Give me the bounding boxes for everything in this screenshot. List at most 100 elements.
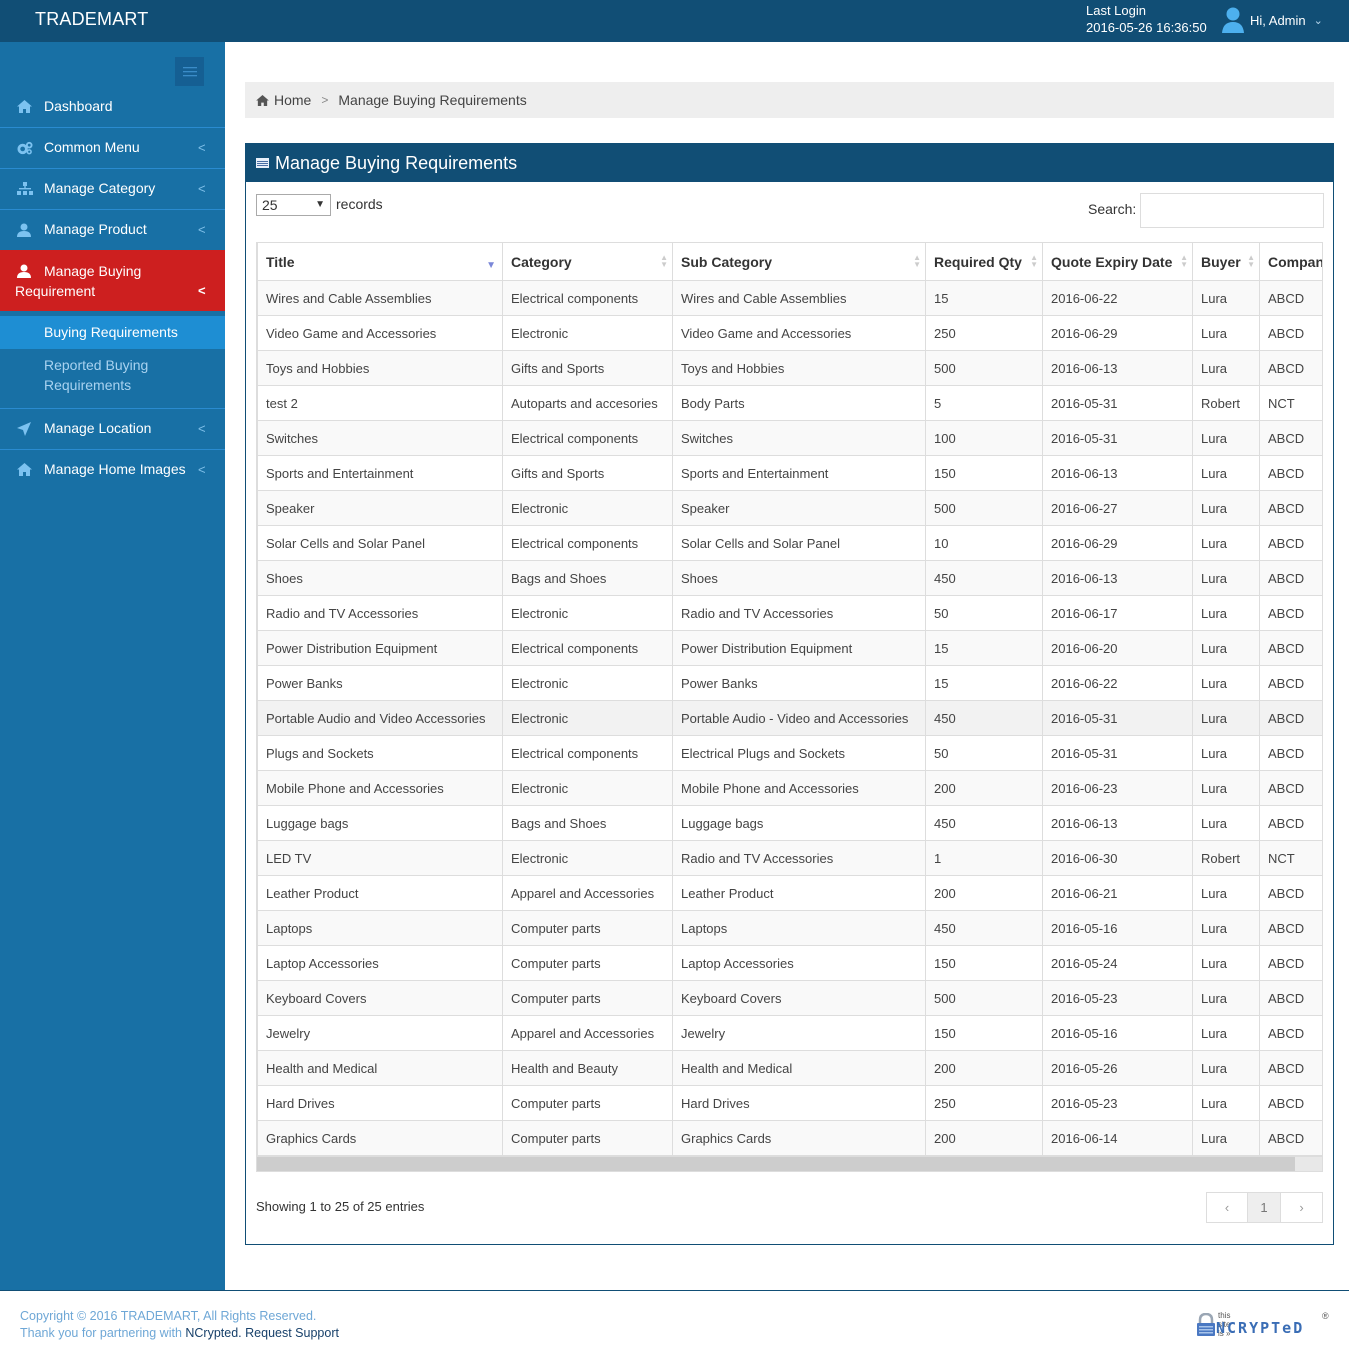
brand-logo[interactable]: TRADEMART: [35, 9, 148, 30]
table-row[interactable]: Wires and Cable Assemblies Electrical com…: [257, 280, 1322, 316]
sidebar-item-label: Manage Location: [44, 420, 152, 436]
table-row[interactable]: Power Banks Electronic Power Banks 15 2016-0…: [257, 665, 1322, 701]
table-cell: Power Banks: [257, 665, 503, 701]
table-cell: Robert: [1192, 840, 1260, 876]
home-icon: [256, 94, 269, 106]
table-row[interactable]: Speaker Electronic Speaker 500 2016-06-27 Lur…: [257, 490, 1322, 526]
records-per-page-select[interactable]: 25 ▼: [256, 194, 331, 216]
table-cell: Toys and Hobbies: [672, 350, 926, 386]
table-cell: Wires and Cable Assemblies: [257, 280, 503, 316]
table-row[interactable]: Laptops Computer parts Laptops 450 2016-05-1…: [257, 910, 1322, 946]
table-row[interactable]: Hard Drives Computer parts Hard Drives 250 2…: [257, 1085, 1322, 1121]
sidebar-item-label: Common Menu: [44, 139, 140, 155]
horizontal-scrollbar[interactable]: [256, 1156, 1323, 1172]
request-support-link[interactable]: Request Support: [245, 1326, 339, 1340]
table-cell: Power Distribution Equipment: [672, 630, 926, 666]
table-cell: ABCD: [1259, 595, 1322, 631]
sidebar-item-dashboard[interactable]: Dashboard: [0, 86, 225, 127]
table-cell: ABCD: [1259, 490, 1322, 526]
table-row[interactable]: Switches Electrical components Switches 100…: [257, 420, 1322, 456]
table-cell: 200: [925, 1120, 1043, 1156]
column-header-category[interactable]: Category ▲ ▼: [502, 242, 673, 281]
table-row[interactable]: Solar Cells and Solar Panel Electrical co…: [257, 525, 1322, 561]
table-cell: ABCD: [1259, 1120, 1322, 1156]
table-row[interactable]: Graphics Cards Computer parts Graphics Car…: [257, 1120, 1322, 1156]
logo-wordmark: NCRYPTeD: [1216, 1319, 1305, 1337]
pagination-page-1[interactable]: 1: [1248, 1192, 1280, 1223]
panel-header: Manage Buying Requirements: [246, 144, 1333, 182]
column-header-label: Quote Expiry Date: [1051, 253, 1173, 270]
table-cell: Video Game and Accessories: [672, 315, 926, 351]
column-header-title[interactable]: Title ▼: [257, 242, 503, 281]
table-row[interactable]: Luggage bags Bags and Shoes Luggage bags 45…: [257, 805, 1322, 841]
table-row[interactable]: Power Distribution Equipment Electrical c…: [257, 630, 1322, 666]
breadcrumb-home-link[interactable]: Home: [274, 92, 311, 108]
column-header-company[interactable]: Company: [1259, 242, 1322, 281]
table-row[interactable]: Leather Product Apparel and Accessories Le…: [257, 875, 1322, 911]
pagination-next-button[interactable]: ›: [1280, 1192, 1323, 1223]
sidebar-item-manage-buying-requirement[interactable]: Manage Buying Requirement <: [0, 250, 225, 311]
table-cell: 2016-05-31: [1042, 385, 1193, 421]
table-row[interactable]: Laptop Accessories Computer parts Laptop A…: [257, 945, 1322, 981]
table-row[interactable]: test 2 Autoparts and accesories Body Parts…: [257, 385, 1322, 421]
table-row[interactable]: Sports and Entertainment Gifts and Sports…: [257, 455, 1322, 491]
table-cell: Speaker: [257, 490, 503, 526]
table-row[interactable]: Video Game and Accessories Electronic Vide…: [257, 315, 1322, 351]
table-row[interactable]: Keyboard Covers Computer parts Keyboard Co…: [257, 980, 1322, 1016]
user-greeting: Hi, Admin: [1250, 12, 1306, 28]
table-row[interactable]: Mobile Phone and Accessories Electronic Mo…: [257, 770, 1322, 806]
table-cell: Health and Medical: [672, 1050, 926, 1086]
footer: Copyright © 2016 TRADEMART, All Rights R…: [20, 1308, 339, 1342]
sidebar-item-manage-home-images[interactable]: Manage Home Images <: [0, 449, 225, 490]
table-cell: Leather Product: [257, 875, 503, 911]
table-row[interactable]: Health and Medical Health and Beauty Healt…: [257, 1050, 1322, 1086]
table-cell: Computer parts: [502, 910, 673, 946]
column-header-quote-expiry-date[interactable]: Quote Expiry Date ▲ ▼: [1042, 242, 1193, 281]
table-row[interactable]: Radio and TV Accessories Electronic Radio …: [257, 595, 1322, 631]
table-cell: Lura: [1192, 455, 1260, 491]
search-input[interactable]: [1140, 193, 1324, 228]
column-header-label: Sub Category: [681, 253, 773, 270]
column-header-required-qty[interactable]: Required Qty ▲ ▼: [925, 242, 1043, 281]
pagination-previous-button[interactable]: ‹: [1206, 1192, 1248, 1223]
table-cell: 10: [925, 525, 1043, 561]
table-row[interactable]: LED TV Electronic Radio and TV Accessories…: [257, 840, 1322, 876]
table-cell: Hard Drives: [257, 1085, 503, 1121]
table-row[interactable]: Toys and Hobbies Gifts and Sports Toys and…: [257, 350, 1322, 386]
home-icon: [17, 86, 33, 127]
table-row[interactable]: Portable Audio and Video Accessories Elec…: [257, 700, 1322, 736]
home-icon: [17, 449, 33, 490]
sidebar-item-manage-product[interactable]: Manage Product <: [0, 209, 225, 250]
column-header-label: Category: [511, 253, 572, 270]
table-cell: Solar Cells and Solar Panel: [672, 525, 926, 561]
user-menu[interactable]: Hi, Admin ⌄: [1222, 6, 1323, 34]
table-cell: Computer parts: [502, 1120, 673, 1156]
ncrypted-link[interactable]: NCrypted.: [185, 1326, 241, 1340]
table-cell: Shoes: [257, 560, 503, 596]
registered-mark: ®: [1322, 1311, 1329, 1321]
table-cell: ABCD: [1259, 280, 1322, 316]
sidebar-toggle-button[interactable]: [175, 57, 204, 86]
table-row[interactable]: Plugs and Sockets Electrical components El…: [257, 735, 1322, 771]
table-row[interactable]: Shoes Bags and Shoes Shoes 450 2016-06-13 Lur…: [257, 560, 1322, 596]
chevron-left-icon: <: [198, 283, 206, 298]
table-cell: Lura: [1192, 560, 1260, 596]
sidebar-item-common-menu[interactable]: Common Menu <: [0, 127, 225, 168]
table-cell: 2016-06-29: [1042, 525, 1193, 561]
table-cell: Lura: [1192, 1050, 1260, 1086]
table-cell: Computer parts: [502, 945, 673, 981]
sidebar-item-manage-category[interactable]: Manage Category <: [0, 168, 225, 209]
table-cell: ABCD: [1259, 805, 1322, 841]
table-cell: Sports and Entertainment: [257, 455, 503, 491]
table-cell: ABCD: [1259, 770, 1322, 806]
sidebar-item-label: Manage Category: [44, 180, 156, 196]
sidebar-subitem-buying-requirements[interactable]: Buying Requirements: [0, 316, 225, 349]
column-header-sub-category[interactable]: Sub Category ▲ ▼: [672, 242, 926, 281]
sidebar-item-manage-location[interactable]: Manage Location <: [0, 408, 225, 449]
scrollbar-thumb[interactable]: [257, 1157, 1295, 1171]
sidebar-subitem-reported-buying-requirements[interactable]: Reported Buying Requirements: [0, 349, 225, 407]
table-cell: 2016-06-22: [1042, 280, 1193, 316]
chevron-left-icon: <: [198, 222, 206, 237]
table-row[interactable]: Jewelry Apparel and Accessories Jewelry 150…: [257, 1015, 1322, 1051]
column-header-buyer[interactable]: Buyer ▲ ▼: [1192, 242, 1260, 281]
